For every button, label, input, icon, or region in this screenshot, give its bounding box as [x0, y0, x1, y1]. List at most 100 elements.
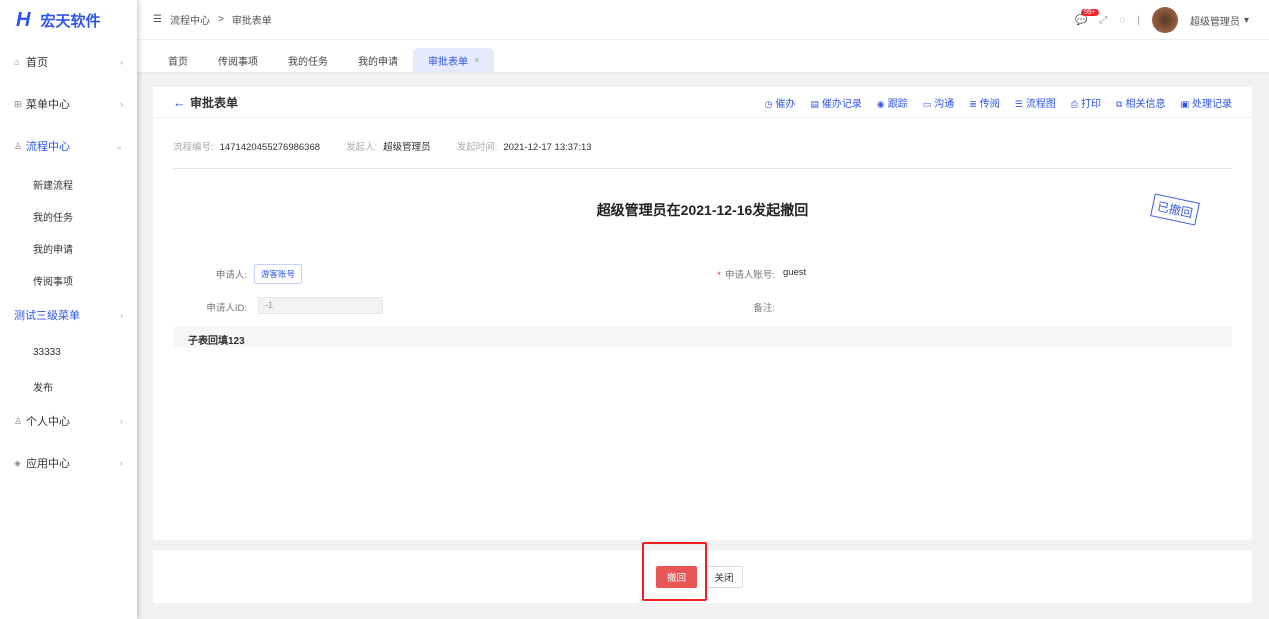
action-label: 跟踪	[887, 99, 908, 110]
sidebar-item-publish[interactable]: 发布	[33, 379, 53, 394]
action-label: 催办记录	[821, 99, 862, 110]
clock-icon: ◷	[764, 99, 773, 109]
sidebar-item-33333[interactable]: 33333	[33, 347, 61, 358]
applicant-tag[interactable]: 游客账号	[254, 264, 303, 284]
close-button[interactable]: 关闭	[705, 566, 743, 588]
action-label: 处理记录	[1192, 99, 1232, 110]
action-related[interactable]: ⧉ 相关信息	[1116, 95, 1165, 110]
user-icon: ♙	[14, 415, 23, 426]
grid-icon: ⊞	[14, 98, 22, 109]
action-history[interactable]: ▣ 处理记录	[1180, 95, 1232, 110]
sidebar-item-circulation[interactable]: 传阅事项	[33, 273, 73, 288]
tab-my-tasks[interactable]: 我的任务	[273, 48, 343, 72]
tab-circulation[interactable]: 传阅事项	[203, 48, 273, 72]
chevron-right-icon: ›	[120, 57, 123, 67]
breadcrumb-item[interactable]: 流程中心	[170, 12, 210, 27]
sidebar-item-menu-center[interactable]: ⊞ 菜单中心 ›	[0, 96, 137, 112]
applicant-label: 申请人:	[215, 270, 247, 281]
creator: 超级管理员	[383, 142, 431, 153]
forward-icon: ≣	[969, 99, 977, 109]
start-time: 2021-12-17 13:37:13	[503, 142, 592, 153]
account-label: 申请人账号:	[724, 270, 775, 281]
track-icon: ◉	[876, 99, 885, 109]
breadcrumb-current: 审批表单	[231, 16, 272, 27]
time-label: 发起时间:	[456, 142, 498, 153]
action-record[interactable]: ▤ 催办记录	[810, 95, 862, 110]
sidebar-item-label: 测试三级菜单	[14, 310, 80, 322]
logo: H 宏天软件	[0, 0, 137, 40]
caret-down-icon[interactable]: ▾	[1244, 15, 1249, 26]
sidebar-item-label: 个人中心	[26, 416, 70, 428]
tab-approval-form[interactable]: 审批表单 ×	[413, 48, 495, 72]
applicant-id-label: 申请人ID:	[206, 303, 247, 314]
record-icon: ▤	[810, 99, 819, 109]
action-print[interactable]: ⎙ 打印	[1071, 95, 1101, 110]
flowchart-icon: ☰	[1014, 99, 1023, 109]
flow-no-label: 流程编号:	[173, 142, 214, 153]
related-icon: ⧉	[1116, 99, 1123, 109]
fullscreen-icon[interactable]: ⤢	[1099, 15, 1107, 26]
sidebar-item-test-menu[interactable]: 测试三级菜单 ›	[0, 307, 137, 323]
remark-label: 备注:	[753, 303, 775, 314]
chevron-right-icon: ›	[120, 310, 123, 320]
app-icon: ◈	[14, 457, 21, 468]
action-chat[interactable]: ▭ 沟通	[923, 95, 955, 110]
menu-toggle-icon[interactable]: ☰	[153, 14, 162, 25]
form-title: 超级管理员在2021-12-16发起撤回	[596, 202, 809, 218]
revoked-stamp: 已撤回	[1150, 193, 1200, 226]
action-clock[interactable]: ◷ 催办	[764, 95, 795, 110]
top-header: ☰ 流程中心 > 审批表单 💬 99+ ⤢ ◌ | 超级管理员 ▾	[137, 0, 1269, 40]
action-forward[interactable]: ≣ 传阅	[969, 95, 1000, 110]
message-badge: 99+	[1080, 8, 1099, 16]
divider	[173, 168, 1232, 169]
action-label: 催办	[775, 99, 796, 110]
sidebar-item-label: 应用中心	[26, 458, 70, 470]
action-flowchart[interactable]: ☰ 流程图	[1015, 95, 1056, 110]
sidebar-item-new-flow[interactable]: 新建流程	[33, 177, 73, 192]
divider: |	[1137, 14, 1140, 26]
home-icon: ⌂	[14, 57, 20, 67]
action-track[interactable]: ◉ 跟踪	[877, 95, 908, 110]
chevron-right-icon: ›	[120, 99, 123, 109]
action-label: 沟通	[934, 99, 955, 110]
tab-label: 审批表单	[428, 56, 468, 68]
sidebar-item-flow-center[interactable]: ♙ 流程中心 ⌄	[0, 138, 137, 154]
user-name[interactable]: 超级管理员	[1190, 13, 1240, 28]
flow-icon: ♙	[14, 140, 23, 151]
back-arrow-icon[interactable]: ←	[173, 95, 186, 110]
applicant-id-input[interactable]: -1	[258, 297, 383, 314]
sidebar-item-label: 菜单中心	[26, 99, 70, 111]
message-icon[interactable]: 💬 99+	[1075, 8, 1099, 26]
required-mark: *	[717, 270, 721, 281]
highlight-box	[642, 542, 707, 601]
print-icon: ⎙	[1070, 99, 1079, 109]
logo-icon: H	[16, 8, 31, 31]
tab-home[interactable]: 首页	[153, 48, 203, 72]
flow-no: 1471420455276986368	[219, 142, 321, 153]
sidebar-item-label: 流程中心	[26, 141, 70, 153]
tab-my-applications[interactable]: 我的申请	[343, 48, 413, 72]
chevron-right-icon: ›	[120, 458, 123, 468]
action-label: 相关信息	[1125, 99, 1166, 110]
account-value: guest	[783, 267, 807, 278]
chat-icon: ▭	[922, 99, 932, 109]
tab-bar: 首页 传阅事项 我的任务 我的申请 审批表单 ×	[137, 40, 1269, 72]
subtable-header: 子表回填123	[173, 327, 1232, 347]
creator-label: 发起人:	[346, 142, 378, 153]
sidebar-item-my-tasks[interactable]: 我的任务	[33, 209, 73, 224]
avatar[interactable]	[1151, 7, 1178, 33]
sidebar-item-apps[interactable]: ◈ 应用中心 ›	[0, 455, 137, 471]
action-label: 打印	[1081, 99, 1102, 110]
sidebar-item-personal[interactable]: ♙ 个人中心 ›	[0, 413, 137, 429]
app-name: 宏天软件	[40, 12, 101, 30]
chevron-down-icon: ⌄	[115, 140, 123, 151]
sidebar-item-my-applications[interactable]: 我的申请	[33, 241, 73, 256]
breadcrumb-separator: >	[217, 14, 224, 25]
sidebar-item-home[interactable]: ⌂ 首页 ›	[0, 54, 137, 70]
action-label: 流程图	[1025, 99, 1056, 110]
history-icon: ▣	[1180, 99, 1189, 109]
theme-palette-icon[interactable]: ◌	[1119, 15, 1125, 26]
close-icon[interactable]: ×	[474, 55, 479, 65]
sidebar-item-label: 首页	[26, 57, 48, 69]
action-label: 传阅	[979, 99, 1000, 110]
